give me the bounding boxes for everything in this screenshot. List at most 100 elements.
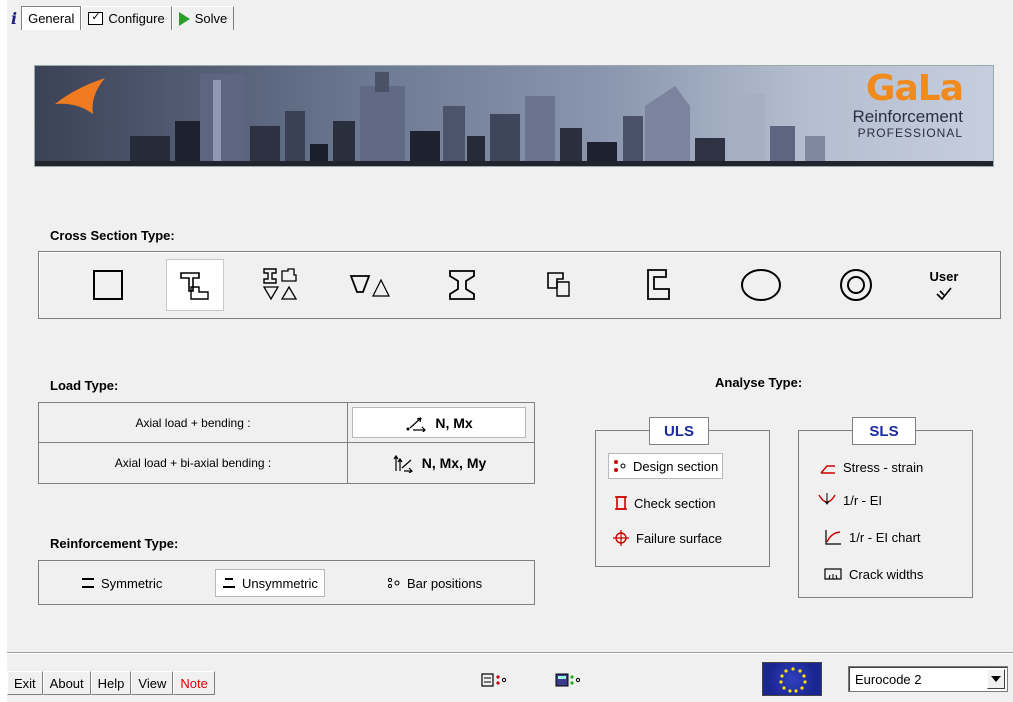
- brand-name: GaLa: [865, 68, 964, 109]
- curvature-ei-chart-button[interactable]: 1/r - EI chart: [819, 524, 925, 550]
- chevron-down-icon[interactable]: [987, 669, 1005, 689]
- info-icon[interactable]: i: [7, 6, 22, 30]
- check-section-label: Check section: [634, 495, 716, 511]
- calculator-icon: [555, 673, 581, 687]
- box-section-icon: [547, 272, 570, 297]
- rectangle-section-icon: [93, 270, 123, 300]
- exit-button[interactable]: Exit: [7, 671, 43, 695]
- tab-configure[interactable]: Configure: [81, 6, 172, 30]
- user-section-label: User: [929, 268, 959, 284]
- unsymmetric-icon: [223, 578, 235, 588]
- tab-general-label: General: [28, 11, 75, 26]
- brand-edition: PROFESSIONAL: [857, 126, 963, 140]
- help-button[interactable]: Help: [90, 671, 132, 695]
- calculator-button[interactable]: [555, 672, 581, 691]
- checklist-icon: [88, 10, 104, 25]
- curvature-chart-icon: [825, 530, 841, 545]
- symmetric-button[interactable]: Symmetric: [75, 569, 168, 597]
- sls-title: SLS: [852, 417, 916, 445]
- bar-positions-button[interactable]: Bar positions: [381, 569, 488, 597]
- section-print-button[interactable]: [481, 672, 507, 691]
- design-section-icon: [614, 460, 626, 472]
- uls-group: ULS Design section Check section Failure…: [595, 417, 770, 567]
- uniaxial-load-icon: [406, 416, 427, 432]
- multi-section-icon: [262, 268, 298, 301]
- circle-section-button[interactable]: [732, 259, 790, 311]
- design-section-label: Design section: [633, 458, 719, 474]
- failure-surface-button[interactable]: Failure surface: [608, 525, 726, 551]
- tab-bar: i General Configure Solve: [7, 6, 235, 30]
- load-type-title: Load Type:: [50, 378, 119, 393]
- crack-widths-button[interactable]: Crack widths: [819, 561, 927, 587]
- failure-surface-label: Failure surface: [636, 530, 722, 546]
- cross-section-title: Cross Section Type:: [50, 228, 175, 243]
- stress-strain-button[interactable]: Stress - strain: [815, 454, 927, 480]
- t-section-icon: [180, 272, 209, 300]
- stress-strain-label: Stress - strain: [843, 459, 924, 475]
- uls-title: ULS: [649, 417, 709, 445]
- i-section-icon: [449, 270, 475, 300]
- design-section-button[interactable]: Design section: [608, 453, 724, 479]
- load-type-table: Axial load + bending : N, Mx Axial load …: [38, 402, 535, 484]
- symmetric-label: Symmetric: [101, 575, 163, 591]
- logo-swoosh-icon: [55, 78, 105, 114]
- section-print-icon: [481, 673, 507, 687]
- app-window: i General Configure Solve: [7, 0, 1013, 702]
- load-label-biaxial: Axial load + bi-axial bending :: [39, 443, 348, 483]
- box-section-button[interactable]: [531, 259, 589, 311]
- footer-buttons: Exit About Help View Note: [7, 671, 215, 695]
- check-section-icon: [615, 496, 627, 510]
- note-button[interactable]: Note: [173, 671, 215, 695]
- about-button[interactable]: About: [42, 671, 91, 695]
- tab-solve[interactable]: Solve: [171, 6, 235, 30]
- sls-group: SLS Stress - strain 1/r - EI 1/r - EI ch…: [798, 417, 973, 598]
- bar-positions-label: Bar positions: [407, 575, 483, 591]
- biaxial-load-icon: [393, 454, 413, 473]
- crack-widths-icon: [824, 568, 842, 580]
- trapezoid-section-icon: [349, 275, 390, 297]
- circle-section-icon: [741, 269, 781, 301]
- t-section-button[interactable]: [166, 259, 224, 311]
- design-code-value: Eurocode 2: [855, 671, 922, 687]
- l-section-button[interactable]: [629, 259, 687, 311]
- rectangle-section-button[interactable]: [79, 259, 137, 311]
- failure-surface-icon: [613, 530, 629, 546]
- ring-section-icon: [840, 269, 872, 301]
- multi-section-button[interactable]: [251, 259, 309, 311]
- load-row-uniaxial: Axial load + bending : N, Mx: [39, 403, 534, 443]
- brand-logo: GaLa Reinforcement PROFESSIONAL: [852, 68, 964, 141]
- user-section-icon: [936, 286, 952, 300]
- load-uniaxial-button[interactable]: N, Mx: [352, 407, 526, 438]
- load-biaxial-button[interactable]: N, Mx, My: [352, 447, 526, 478]
- cross-section-panel: User: [38, 251, 1001, 319]
- unsymmetric-label: Unsymmetric: [242, 575, 318, 591]
- i-section-button[interactable]: [433, 259, 491, 311]
- city-skyline-image: [35, 72, 993, 166]
- reinforcement-panel: Symmetric Unsymmetric Bar positions: [38, 560, 535, 605]
- brand-subtitle: Reinforcement: [852, 107, 963, 126]
- load-biaxial-label: N, Mx, My: [421, 454, 487, 471]
- analyse-type-title: Analyse Type:: [715, 375, 803, 390]
- load-label-uniaxial: Axial load + bending :: [39, 403, 348, 442]
- user-section-button[interactable]: User: [915, 259, 973, 311]
- eu-flag-icon: [762, 662, 822, 696]
- view-button[interactable]: View: [131, 671, 174, 695]
- tab-solve-label: Solve: [194, 11, 228, 26]
- reinforcement-type-title: Reinforcement Type:: [50, 536, 179, 551]
- product-banner: GaLa Reinforcement PROFESSIONAL: [34, 65, 994, 167]
- symmetric-icon: [82, 578, 94, 588]
- footer-divider: [7, 652, 1013, 654]
- load-row-biaxial: Axial load + bi-axial bending : N, Mx, M…: [39, 443, 534, 483]
- design-code-select[interactable]: Eurocode 2: [848, 666, 1008, 692]
- tab-general[interactable]: General: [21, 6, 82, 30]
- ring-section-button[interactable]: [827, 259, 885, 311]
- l-section-icon: [647, 269, 670, 300]
- curvature-ei-chart-label: 1/r - EI chart: [849, 529, 921, 545]
- trapezoid-section-button[interactable]: [341, 259, 399, 311]
- tab-configure-label: Configure: [108, 11, 165, 26]
- unsymmetric-button[interactable]: Unsymmetric: [215, 569, 325, 597]
- check-section-button[interactable]: Check section: [610, 490, 720, 516]
- crack-widths-label: Crack widths: [849, 566, 924, 582]
- curvature-ei-button[interactable]: 1/r - EI: [813, 487, 886, 513]
- curvature-ei-icon: [818, 493, 836, 505]
